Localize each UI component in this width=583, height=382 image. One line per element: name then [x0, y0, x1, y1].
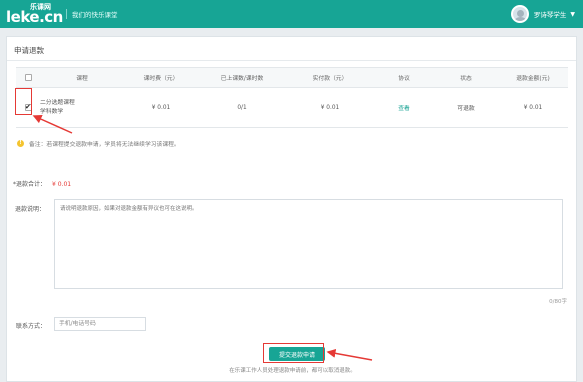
row-checkbox[interactable]: [24, 103, 32, 111]
table-header-row: 课程 课时费（元） 已上课数/课时数 实付款（元） 协议 状态 退款金额(元): [16, 67, 568, 88]
fee-cell: ¥ 0.01: [124, 87, 198, 128]
top-bar: 乐课网 leke.cn 我们的快乐课堂 罗诗琴学生 ▼: [0, 0, 583, 28]
progress-cell: 0/1: [198, 87, 286, 128]
contact-label: 联系方式：: [16, 323, 47, 330]
reason-label: 退款说明：: [15, 206, 46, 213]
column-header-protocol: 协议: [374, 67, 434, 88]
refund-total: *退款合计： ¥ 0.01: [13, 179, 71, 188]
column-header-fee: 课时费（元）: [124, 67, 198, 88]
submit-refund-button[interactable]: 提交退款申请: [269, 347, 325, 361]
char-counter: 0/80字: [549, 299, 567, 305]
course-name: 二分选题课程: [40, 99, 75, 106]
slogan: 我们的快乐课堂: [66, 9, 118, 19]
user-menu[interactable]: 罗诗琴学生 ▼: [510, 3, 575, 25]
refund-total-label: *退款合计：: [13, 181, 47, 188]
caret-down-icon[interactable]: ▼: [570, 11, 575, 18]
protocol-cell: 查看: [374, 87, 434, 128]
logo-suffix-text: .cn: [39, 8, 63, 26]
row-select-cell[interactable]: [16, 87, 40, 128]
status-cell: 可退款: [434, 87, 498, 128]
course-cell: 二分选题课程 学科数学: [40, 87, 124, 128]
select-all-checkbox[interactable]: [24, 74, 32, 81]
refund-panel: 申请退款 课程 课时费（元） 已上课数/课时数 实付款（元） 协议 状态 退款金…: [6, 36, 577, 382]
table-row: 二分选题课程 学科数学 ¥ 0.01 0/1 ¥ 0.01 查看 可退款 ¥ 0…: [16, 87, 568, 128]
column-header-paid: 实付款（元）: [286, 67, 374, 88]
course-table: 课程 课时费（元） 已上课数/课时数 实付款（元） 协议 状态 退款金额(元) …: [16, 67, 568, 128]
reason-textarea[interactable]: [54, 199, 563, 289]
status-badge: 可退款: [457, 106, 475, 112]
avatar[interactable]: [510, 5, 529, 23]
refund-total-amount: ¥ 0.01: [52, 181, 72, 188]
warning-icon: !: [17, 140, 24, 147]
page-title: 申请退款: [14, 46, 44, 55]
logo-main-text: leke: [6, 8, 40, 26]
column-header-refund: 退款金额(元): [498, 67, 568, 88]
leke-logo[interactable]: 乐课网 leke.cn: [6, 2, 63, 26]
course-subject: 学科数学: [40, 108, 64, 115]
column-header-status: 状态: [434, 67, 498, 88]
refund-cell: ¥ 0.01: [498, 87, 568, 128]
column-header-course: 课程: [40, 67, 124, 88]
view-protocol-link[interactable]: 查看: [398, 106, 410, 112]
username[interactable]: 罗诗琴学生: [534, 9, 567, 19]
column-header-progress: 已上课数/课时数: [198, 67, 286, 88]
logo-wordmark: leke.cn: [6, 8, 63, 26]
select-all-header[interactable]: [16, 67, 40, 88]
phone-input[interactable]: [54, 317, 146, 331]
notice: ! 备注：若课程提交退款申请，学员将无法继续学习该课程。: [17, 139, 180, 148]
notice-text: 备注：若课程提交退款申请，学员将无法继续学习该课程。: [29, 142, 180, 148]
submit-note: 在乐课工作人员处理退款申请前，都可以取消退款。: [229, 368, 356, 374]
title-divider: [7, 60, 576, 61]
paid-cell: ¥ 0.01: [286, 87, 374, 128]
